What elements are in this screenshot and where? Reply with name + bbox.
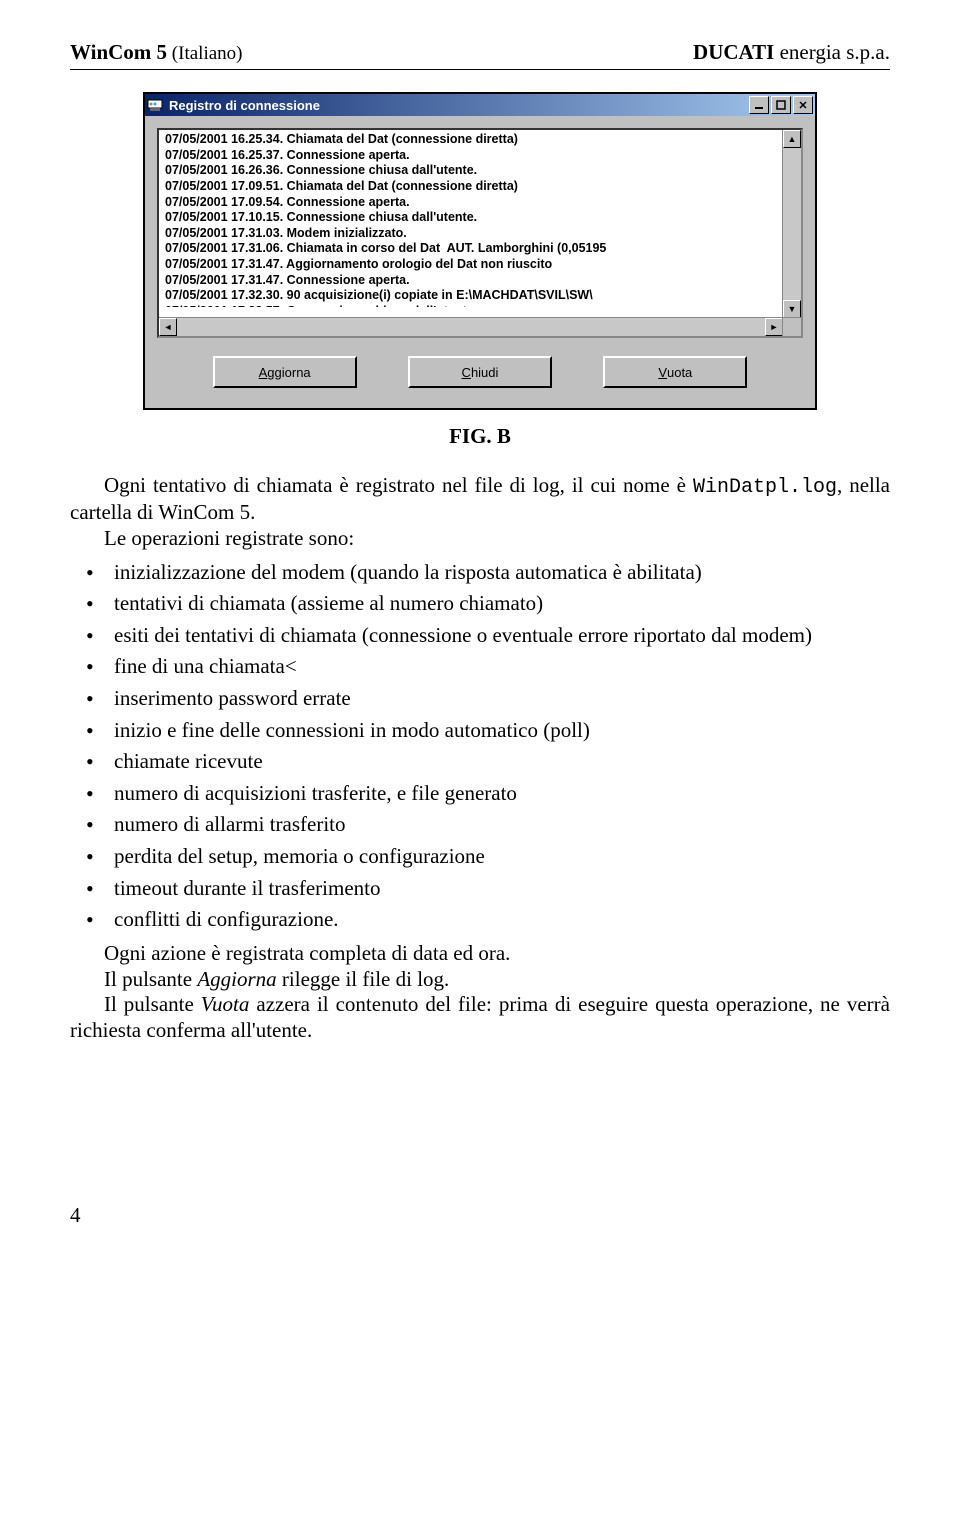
list-item: chiamate ricevute [70,749,890,775]
page-header: WinCom 5 (Italiano) DUCATI energia s.p.a… [70,40,890,65]
closing-p1: Ogni azione è registrata completa di dat… [70,941,890,967]
list-item: timeout durante il trasferimento [70,876,890,902]
header-right: DUCATI energia s.p.a. [693,40,890,65]
intro-paragraph: Ogni tentativo di chiamata è registrato … [70,473,890,526]
minimize-button[interactable] [749,96,769,114]
header-left: WinCom 5 (Italiano) [70,40,242,65]
list-item: perdita del setup, memoria o configurazi… [70,844,890,870]
maximize-button[interactable] [771,96,791,114]
window-client-area: 07/05/2001 16.25.34. Chiamata del Dat (c… [145,116,815,408]
connection-log-window: Registro di connessione 07/05/2001 16.25… [143,92,817,410]
list-item: inizio e fine delle connessioni in modo … [70,718,890,744]
closing-p3: Il pulsante Vuota azzera il contenuto de… [70,992,890,1043]
button-ref: Aggiorna [197,967,276,991]
refresh-button[interactable]: Aggiorna [213,356,357,388]
scroll-left-icon[interactable]: ◄ [159,318,177,336]
list-item: numero di acquisizioni trasferite, e fil… [70,781,890,807]
list-item: tentativi di chiamata (assieme al numero… [70,591,890,617]
closing-p2: Il pulsante Aggiorna rilegge il file di … [70,967,890,993]
scrollbar-corner [782,317,801,336]
scroll-down-icon[interactable]: ▼ [783,300,801,318]
list-intro: Le operazioni registrate sono: [70,526,890,552]
clear-button[interactable]: Vuota [603,356,747,388]
filename-mono: WinDatpl.log [693,476,837,499]
operations-list: inizializzazione del modem (quando la ri… [70,560,890,933]
btn-accel: V [658,365,667,380]
body-text: Ogni tentativo di chiamata è registrato … [70,473,890,1043]
log-panel: 07/05/2001 16.25.34. Chiamata del Dat (c… [157,128,803,338]
button-ref: Vuota [201,992,250,1016]
list-item: fine di una chiamata< [70,654,890,680]
company-rest: energia s.p.a. [774,40,890,64]
text: Il pulsante [104,992,201,1016]
company-bold: DUCATI [693,40,774,64]
horizontal-scrollbar[interactable]: ◄ ► [159,317,783,336]
button-row: Aggiorna Chiudi Vuota [157,338,803,396]
log-text: 07/05/2001 16.25.34. Chiamata del Dat (c… [165,132,799,307]
btn-label: uota [667,365,692,380]
page-number: 4 [70,1203,890,1228]
window-title: Registro di connessione [167,98,749,113]
list-item: inserimento password errate [70,686,890,712]
app-icon [147,97,163,113]
close-dialog-button[interactable]: Chiudi [408,356,552,388]
text: rilegge il file di log. [277,967,450,991]
btn-label: ggiorna [267,365,310,380]
list-item: numero di allarmi trasferito [70,812,890,838]
list-item: inizializzazione del modem (quando la ri… [70,560,890,586]
product-lang: (Italiano) [167,43,242,64]
list-item: esiti dei tentativi di chiamata (conness… [70,623,890,649]
scroll-up-icon[interactable]: ▲ [783,130,801,148]
header-rule [70,69,890,70]
btn-accel: C [462,365,471,380]
close-button[interactable] [793,96,813,114]
product-name: WinCom 5 [70,40,167,64]
scroll-right-icon[interactable]: ► [765,318,783,336]
btn-label: hiudi [471,365,498,380]
list-item: conflitti di configurazione. [70,907,890,933]
text: Ogni tentativo di chiamata è registrato … [104,473,693,497]
vertical-scrollbar[interactable]: ▲ ▼ [782,130,801,318]
window-titlebar: Registro di connessione [145,94,815,116]
text: Il pulsante [104,967,197,991]
btn-accel: A [259,365,268,380]
figure-caption: FIG. B [70,424,890,449]
